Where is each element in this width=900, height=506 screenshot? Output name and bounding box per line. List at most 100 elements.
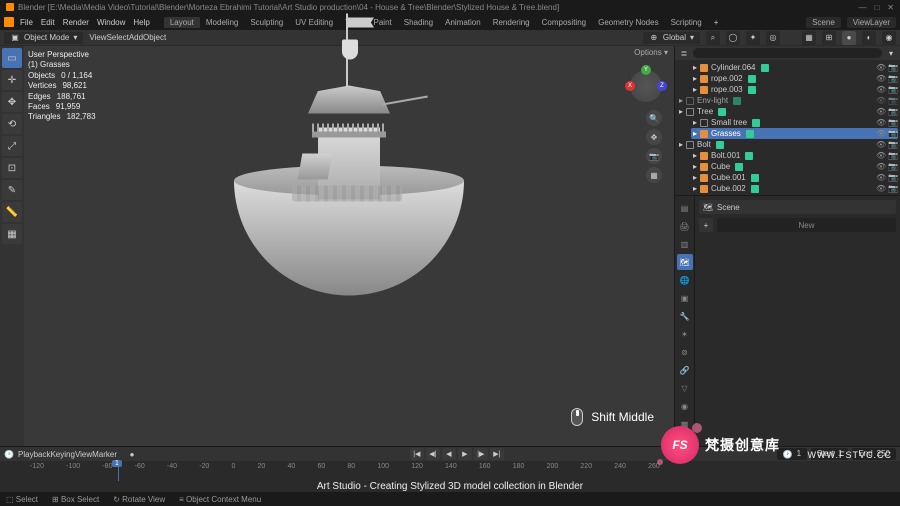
select-tool[interactable]: ▭ <box>2 48 22 68</box>
tab-material[interactable]: ◉ <box>677 398 693 414</box>
outliner-mode-icon[interactable]: ≣ <box>679 48 689 58</box>
disable-icon[interactable]: 📷 <box>888 74 896 83</box>
header-menu-view[interactable]: View <box>89 33 106 42</box>
jump-start-button[interactable]: |◀ <box>410 448 424 460</box>
disclosure-icon[interactable]: ▸ <box>693 63 697 72</box>
rotate-tool[interactable]: ⟲ <box>2 114 22 134</box>
disable-icon[interactable]: 📷 <box>888 151 896 160</box>
disclosure-icon[interactable]: ▸ <box>693 129 697 138</box>
measure-tool[interactable]: 📏 <box>2 202 22 222</box>
perspective-icon[interactable]: ▦ <box>646 167 662 183</box>
timeline-editor-icon[interactable]: 🕑 <box>4 449 14 459</box>
tab-world[interactable]: 🌐 <box>677 272 693 288</box>
workspace-tab-rendering[interactable]: Rendering <box>487 17 536 28</box>
timeline-ruler[interactable]: -120-100-80-60-40-2002040608010012014016… <box>0 461 900 481</box>
add-workspace-button[interactable]: + <box>710 17 723 28</box>
menu-edit[interactable]: Edit <box>37 17 59 28</box>
outliner-item[interactable]: ▸ Tree 👁 📷 <box>677 106 898 117</box>
header-menu-add[interactable]: Add <box>129 33 143 42</box>
hide-icon[interactable]: 👁 <box>876 184 884 193</box>
overlays-toggle[interactable]: ◎ <box>766 31 780 45</box>
timeline-menu-keying[interactable]: Keying <box>50 450 74 459</box>
disclosure-icon[interactable]: ▸ <box>679 96 683 105</box>
options-dropdown[interactable]: Options ▾ <box>634 48 668 57</box>
keyframe-next-button[interactable]: |▶ <box>474 448 488 460</box>
viewlayer-selector[interactable]: ViewLayer <box>847 17 896 28</box>
add-button[interactable]: + <box>699 218 713 232</box>
timeline-menu-playback[interactable]: Playback <box>18 450 50 459</box>
frame-current[interactable]: 🕑1 <box>777 448 807 460</box>
transform-tool[interactable]: ⊡ <box>2 158 22 178</box>
cursor-tool[interactable]: ✛ <box>2 70 22 90</box>
close-button[interactable]: ✕ <box>887 3 894 12</box>
gizmo-toggle[interactable]: ✦ <box>746 31 760 45</box>
jump-end-button[interactable]: ▶| <box>490 448 504 460</box>
autokey-icon[interactable]: ● <box>127 449 137 459</box>
outliner-item[interactable]: ▸ Cube.001 👁 📷 <box>691 172 898 183</box>
menu-render[interactable]: Render <box>59 17 93 28</box>
timeline-menu-view[interactable]: View <box>75 450 92 459</box>
shading-rendered[interactable]: ◉ <box>882 31 896 45</box>
tab-render[interactable]: ▤ <box>677 200 693 216</box>
workspace-tab-shading[interactable]: Shading <box>398 17 439 28</box>
disclosure-icon[interactable]: ▸ <box>693 184 697 193</box>
maximize-button[interactable]: □ <box>874 3 879 12</box>
play-reverse-button[interactable]: ◀ <box>442 448 456 460</box>
nav-gizmo[interactable]: X Y Z <box>626 66 666 106</box>
mode-selector[interactable]: ▣ Object Mode ▾ <box>4 32 83 44</box>
tab-physics[interactable]: ⊚ <box>677 344 693 360</box>
proportional-toggle[interactable]: ◯ <box>726 31 740 45</box>
orientation-selector[interactable]: ⊕ Global ▾ <box>643 32 700 44</box>
hide-icon[interactable]: 👁 <box>876 151 884 160</box>
tab-object[interactable]: ▣ <box>677 290 693 306</box>
disclosure-icon[interactable]: ▸ <box>693 74 697 83</box>
keyframe-prev-button[interactable]: ◀| <box>426 448 440 460</box>
header-menu-object[interactable]: Object <box>143 33 166 42</box>
workspace-tab-scripting[interactable]: Scripting <box>665 17 708 28</box>
zoom-icon[interactable]: 🔍 <box>646 110 662 126</box>
tab-constraints[interactable]: 🔗 <box>677 362 693 378</box>
timeline-menu-marker[interactable]: Marker <box>92 450 117 459</box>
menu-help[interactable]: Help <box>129 17 153 28</box>
disclosure-icon[interactable]: ▸ <box>693 162 697 171</box>
hide-icon[interactable]: 👁 <box>876 129 884 138</box>
workspace-tab-uv editing[interactable]: UV Editing <box>289 17 339 28</box>
outliner-item[interactable]: ▸ Cube 👁 📷 <box>691 161 898 172</box>
disclosure-icon[interactable]: ▸ <box>693 118 697 127</box>
outliner-item[interactable]: ▸ Small tree 👁 📷 <box>691 117 898 128</box>
tab-scene[interactable]: 🗺 <box>677 254 693 270</box>
hide-icon[interactable]: 👁 <box>876 173 884 182</box>
3d-viewport[interactable]: User Perspective (1) Grasses Objects0 / … <box>24 46 674 446</box>
workspace-tab-animation[interactable]: Animation <box>439 17 487 28</box>
tab-texture[interactable]: ▩ <box>677 416 693 432</box>
hide-icon[interactable]: 👁 <box>876 85 884 94</box>
outliner-search[interactable] <box>693 48 882 58</box>
outliner-item[interactable]: ▸ Env-light 👁 📷 <box>677 95 898 106</box>
hide-icon[interactable]: 👁 <box>876 63 884 72</box>
disable-icon[interactable]: 📷 <box>888 184 896 193</box>
header-menu-select[interactable]: Select <box>107 33 129 42</box>
xray-toggle[interactable]: ▦ <box>802 31 816 45</box>
snap-toggle[interactable]: ⌕ <box>706 31 720 45</box>
disclosure-icon[interactable]: ▸ <box>693 151 697 160</box>
disable-icon[interactable]: 📷 <box>888 129 896 138</box>
annotate-tool[interactable]: ✎ <box>2 180 22 200</box>
shading-material[interactable]: ◐ <box>862 31 876 45</box>
disclosure-icon[interactable]: ▸ <box>679 140 683 149</box>
shading-wireframe[interactable]: ⊞ <box>822 31 836 45</box>
minimize-button[interactable]: — <box>858 3 866 12</box>
menu-file[interactable]: File <box>16 17 37 28</box>
hide-icon[interactable]: 👁 <box>876 118 884 127</box>
move-tool[interactable]: ✥ <box>2 92 22 112</box>
hide-icon[interactable]: 👁 <box>876 162 884 171</box>
disable-icon[interactable]: 📷 <box>888 140 896 149</box>
workspace-tab-geometry nodes[interactable]: Geometry Nodes <box>592 17 664 28</box>
disclosure-icon[interactable]: ▸ <box>693 173 697 182</box>
tab-particles[interactable]: ✶ <box>677 326 693 342</box>
shading-solid[interactable]: ● <box>842 31 856 45</box>
workspace-tab-sculpting[interactable]: Sculpting <box>244 17 289 28</box>
workspace-tab-compositing[interactable]: Compositing <box>536 17 592 28</box>
outliner-item[interactable]: ▸ rope.002 👁 📷 <box>691 73 898 84</box>
hide-icon[interactable]: 👁 <box>876 140 884 149</box>
play-button[interactable]: ▶ <box>458 448 472 460</box>
